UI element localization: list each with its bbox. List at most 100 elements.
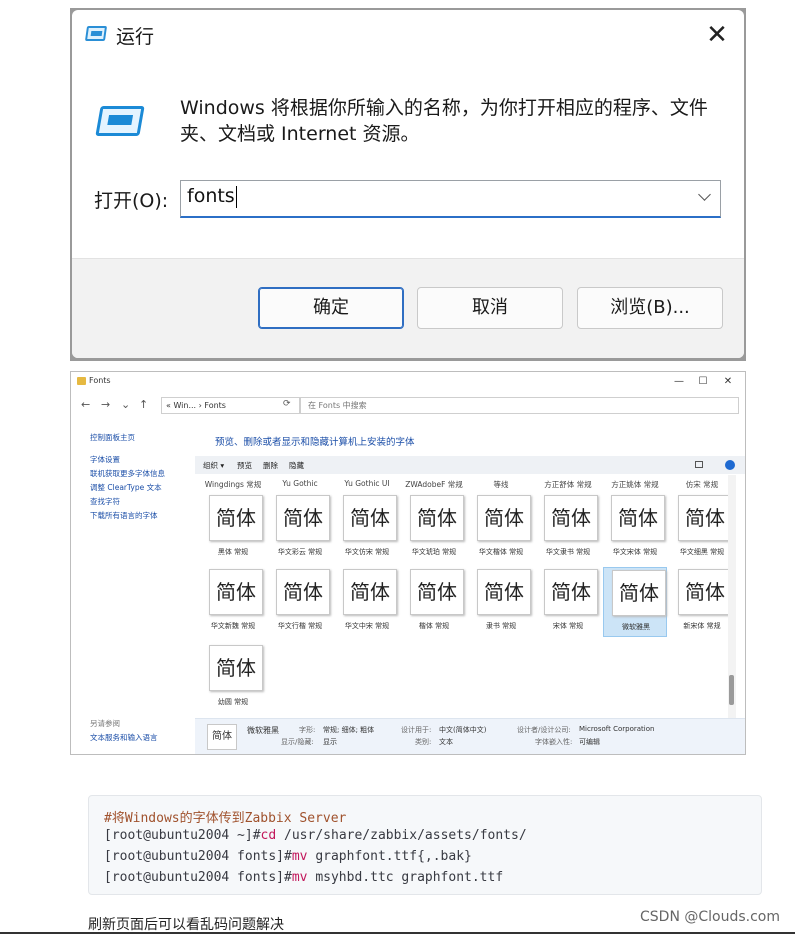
font-tile[interactable]: 简体 华文宋体 常规 xyxy=(603,493,667,563)
recent-dropdown-icon[interactable]: ⌄ xyxy=(121,398,130,411)
run-description: Windows 将根据你所输入的名称，为你打开相应的程序、文件夹、文档或 Int… xyxy=(180,97,708,145)
code-line: [root@ubuntu2004 ~]#cd /usr/share/zabbix… xyxy=(104,828,527,843)
detail-key: 类别: xyxy=(415,738,432,746)
font-tile[interactable]: 简体 华文彩云 常规 xyxy=(268,493,332,563)
preview-button[interactable]: 预览 xyxy=(237,460,252,471)
font-grid: Wingdings 常规 Yu Gothic Yu Gothic UI ZWAd… xyxy=(195,475,735,719)
minimize-button[interactable]: — xyxy=(669,375,689,389)
maximize-button[interactable]: ☐ xyxy=(693,375,713,389)
font-tile[interactable]: 简体 华文新魏 常规 xyxy=(201,567,265,637)
font-name: 华文仿宋 常规 xyxy=(344,548,390,556)
run-app-icon xyxy=(84,26,108,41)
detail-value: 中文(简体中文) xyxy=(439,726,487,734)
font-name-top[interactable]: Yu Gothic UI xyxy=(333,479,401,488)
detail-value: 文本 xyxy=(439,738,453,746)
font-tile[interactable]: 简体 楷体 常规 xyxy=(402,567,466,637)
vertical-scrollbar[interactable] xyxy=(728,475,736,719)
font-tile[interactable]: 简体 华文中宋 常规 xyxy=(335,567,399,637)
font-tile[interactable]: 简体 华文楷体 常规 xyxy=(469,493,533,563)
font-sample: 简体 xyxy=(609,570,666,623)
selected-font-preview: 简体 xyxy=(207,724,237,750)
font-name: 华文彩云 常规 xyxy=(277,548,323,556)
font-name: 华文楷体 常规 xyxy=(478,548,524,556)
link-font-settings[interactable]: 字体设置 xyxy=(90,454,120,465)
address-bar[interactable]: « Win... › Fonts xyxy=(161,397,301,414)
font-name: 华文新魏 常规 xyxy=(210,622,256,630)
detail-key: 字体嵌入性: xyxy=(535,738,573,746)
font-name-top[interactable]: 仿宋 常规 xyxy=(668,479,735,490)
font-name: 华文宋体 常规 xyxy=(612,548,658,556)
font-sample: 简体 xyxy=(410,569,464,615)
chevron-down-icon[interactable] xyxy=(698,190,712,204)
up-icon[interactable]: ↑ xyxy=(139,398,148,411)
font-sample: 简体 xyxy=(477,569,531,615)
font-sample: 简体 xyxy=(410,495,464,541)
font-name-top[interactable]: 方正舒体 常规 xyxy=(534,479,602,490)
detail-key: 显示/隐藏: xyxy=(281,738,314,746)
font-name: 新宋体 常规 xyxy=(683,622,721,630)
cancel-button[interactable]: 取消 xyxy=(417,287,563,329)
font-tile[interactable]: 简体 宋体 常规 xyxy=(536,567,600,637)
font-sample: 简体 xyxy=(477,495,531,541)
browse-button[interactable]: 浏览(B)... xyxy=(577,287,723,329)
font-tile[interactable]: 简体 幼圆 常规 xyxy=(201,643,265,713)
conclusion-text: 刷新页面后可以看乱码问题解决 xyxy=(88,917,284,933)
csdn-watermark: CSDN @Clouds.com xyxy=(640,909,780,925)
font-name-top[interactable]: 等线 xyxy=(467,479,535,490)
font-sample: 简体 xyxy=(276,569,330,615)
font-sample: 简体 xyxy=(343,569,397,615)
font-tile[interactable]: 简体 华文隶书 常规 xyxy=(536,493,600,563)
font-tile[interactable]: 简体 微软雅黑 xyxy=(603,567,667,637)
font-name-top[interactable]: ZWAdobeF 常规 xyxy=(400,479,468,490)
link-download-fonts[interactable]: 下载所有语言的字体 xyxy=(90,510,158,521)
ok-button[interactable]: 确定 xyxy=(258,287,404,329)
details-pane: 简体 微软雅黑 字形: 常规; 细体; 粗体 显示/隐藏: 显示 设计用于: 中… xyxy=(195,718,745,754)
view-icon[interactable] xyxy=(695,461,703,468)
font-name: 楷体 常规 xyxy=(418,622,450,630)
explorer-main: 预览、删除或者显示和隐藏计算机上安装的字体 组织 ▾ 预览 删除 隐藏 Wing… xyxy=(195,418,745,754)
font-sample: 简体 xyxy=(678,569,732,615)
font-tile[interactable]: 简体 新宋体 常规 xyxy=(670,567,734,637)
link-get-more-fonts[interactable]: 联机获取更多字体信息 xyxy=(90,468,165,479)
font-name-top[interactable]: Yu Gothic xyxy=(266,479,334,488)
font-sample: 简体 xyxy=(343,495,397,541)
font-tile[interactable]: 简体 隶书 常规 xyxy=(469,567,533,637)
font-tile[interactable]: 简体 华文细黑 常规 xyxy=(670,493,734,563)
link-control-panel-home[interactable]: 控制面板主页 xyxy=(90,432,135,443)
help-icon[interactable] xyxy=(725,460,735,470)
selected-font-name: 微软雅黑 xyxy=(247,726,279,735)
link-text-services[interactable]: 文本服务和输入语言 xyxy=(90,732,158,743)
code-line: [root@ubuntu2004 fonts]#mv msyhbd.ttc gr… xyxy=(104,870,504,885)
organize-button[interactable]: 组织 ▾ xyxy=(203,460,224,471)
font-name-top[interactable]: Wingdings 常规 xyxy=(199,479,267,490)
code-block: #将Windows的字体传到Zabbix Server [root@ubuntu… xyxy=(88,795,762,895)
link-find-char[interactable]: 查找字符 xyxy=(90,496,120,507)
back-icon[interactable]: ← xyxy=(81,398,90,411)
link-cleartype[interactable]: 调整 ClearType 文本 xyxy=(90,482,162,493)
explorer-titlebar: Fonts — ☐ ✕ xyxy=(71,372,745,392)
close-icon[interactable]: ✕ xyxy=(700,18,734,52)
scrollbar-thumb[interactable] xyxy=(729,675,734,705)
detail-value: Microsoft Corporation xyxy=(579,725,655,733)
font-name-top[interactable]: 方正姚体 常规 xyxy=(601,479,669,490)
font-name: 隶书 常规 xyxy=(485,622,517,630)
explorer-close-button[interactable]: ✕ xyxy=(718,375,738,389)
refresh-icon[interactable]: ⟳ xyxy=(283,399,291,409)
font-sample: 简体 xyxy=(544,569,598,615)
font-sample: 简体 xyxy=(276,495,330,541)
forward-icon[interactable]: → xyxy=(101,398,110,411)
run-dialog-screenshot: 运行 ✕ Windows 将根据你所输入的名称，为你打开相应的程序、文件夹、文档… xyxy=(70,8,746,361)
hide-button[interactable]: 隐藏 xyxy=(289,460,304,471)
run-title: 运行 xyxy=(116,26,155,48)
font-tile[interactable]: 简体 华文琥珀 常规 xyxy=(402,493,466,563)
font-tile[interactable]: 简体 黑体 常规 xyxy=(201,493,265,563)
open-input[interactable]: fonts xyxy=(180,180,721,218)
font-sample: 简体 xyxy=(209,495,263,541)
search-input[interactable]: 在 Fonts 中搜索 xyxy=(299,397,739,414)
detail-key: 字形: xyxy=(299,726,316,734)
run-dialog: 运行 ✕ Windows 将根据你所输入的名称，为你打开相应的程序、文件夹、文档… xyxy=(72,10,744,358)
delete-button[interactable]: 删除 xyxy=(263,460,278,471)
font-sample: 简体 xyxy=(544,495,598,541)
font-tile[interactable]: 简体 华文仿宋 常规 xyxy=(335,493,399,563)
font-tile[interactable]: 简体 华文行楷 常规 xyxy=(268,567,332,637)
